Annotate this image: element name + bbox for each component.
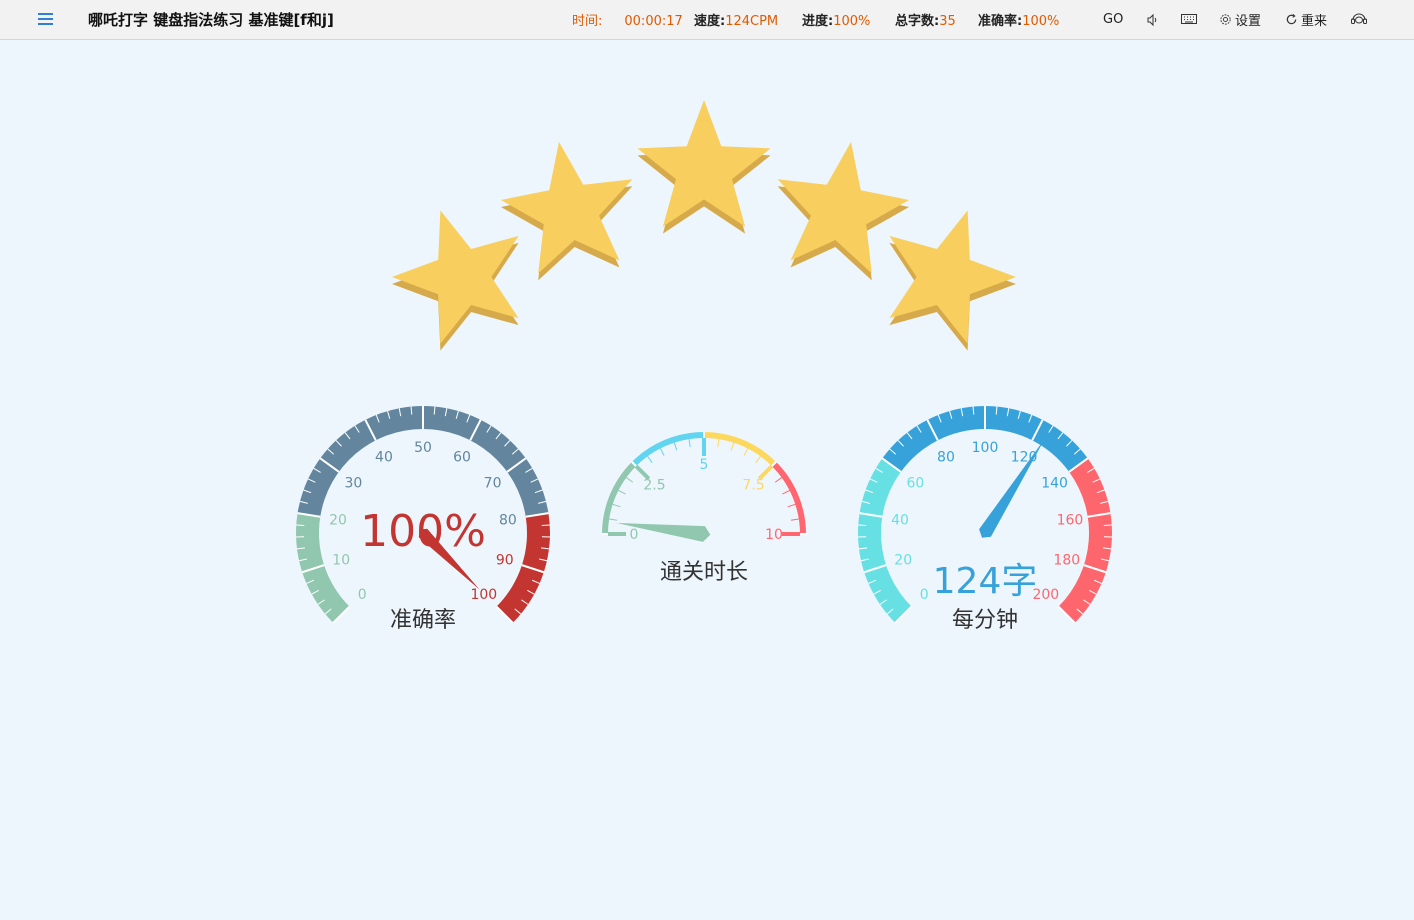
gauge-tick-label: 80 bbox=[499, 513, 517, 529]
gauge-tick bbox=[730, 442, 735, 451]
gauge-tick bbox=[673, 442, 678, 451]
gauge-tick-label: 7.5 bbox=[742, 478, 764, 494]
star-icon bbox=[889, 210, 1016, 351]
gauge-tick-label: 5 bbox=[700, 457, 709, 473]
star-icon bbox=[500, 141, 633, 281]
gauge-tick-label: 50 bbox=[414, 440, 432, 456]
gauge-tick bbox=[790, 518, 799, 521]
gauge-tick bbox=[296, 524, 305, 527]
gauge-tick-label: 0 bbox=[920, 587, 929, 603]
gauge-tick-label: 90 bbox=[496, 553, 514, 569]
gauge-tick bbox=[612, 503, 621, 508]
gauge-tick-label: 10 bbox=[332, 553, 350, 569]
gauge-tick-label: 20 bbox=[894, 553, 912, 569]
gauge-tick-label: 70 bbox=[484, 475, 502, 491]
gauge-band bbox=[771, 461, 806, 534]
gauge-tick bbox=[782, 489, 790, 495]
gauge-tick-label: 0 bbox=[358, 587, 367, 603]
gauge-tick-label: 180 bbox=[1053, 553, 1080, 569]
gauge-band bbox=[858, 458, 912, 623]
gauge-tick bbox=[659, 448, 665, 456]
duration-gauge: 0 2.5 5 7.5 10 通关时长 bbox=[602, 432, 806, 585]
gauge-tick-label: 20 bbox=[329, 513, 347, 529]
gauge-tick bbox=[757, 464, 774, 481]
gauge-tick bbox=[647, 456, 653, 464]
gauge-tick-label: 80 bbox=[937, 449, 955, 465]
gauge-tick bbox=[787, 503, 796, 508]
gauge-tick bbox=[609, 518, 618, 521]
gauge-tick-label: 40 bbox=[375, 449, 393, 465]
gauge-tick bbox=[541, 524, 550, 527]
gauge-tick bbox=[774, 477, 782, 483]
gauge-tick bbox=[743, 448, 749, 456]
gauge-tick-label: 30 bbox=[345, 475, 363, 491]
gauge-tick bbox=[858, 524, 867, 527]
gauge-title: 通关时长 bbox=[660, 560, 748, 585]
gauge-tick-label: 140 bbox=[1041, 475, 1068, 491]
star-icon bbox=[637, 100, 771, 234]
star-icon bbox=[777, 141, 910, 281]
star-icon bbox=[392, 210, 519, 351]
gauge-tick-label: 100 bbox=[470, 587, 497, 603]
gauge-band bbox=[704, 432, 777, 467]
gauge-tick-label: 60 bbox=[907, 475, 925, 491]
gauge-tick-label: 0 bbox=[630, 527, 639, 543]
gauge-value: 124字 bbox=[933, 561, 1038, 602]
gauge-tick-label: 10 bbox=[765, 527, 783, 543]
gauge-tick bbox=[717, 439, 720, 448]
accuracy-gauge: 0 10 20 30 40 50 60 70 80 90 100 100% 准确率 bbox=[296, 405, 550, 633]
gauge-band bbox=[631, 432, 704, 467]
gauge-tick-label: 160 bbox=[1057, 513, 1084, 529]
gauge-value: 100% bbox=[360, 506, 486, 557]
gauge-tick bbox=[755, 456, 761, 464]
speed-gauge: 020406080100120140160180200124字每分钟 bbox=[858, 406, 1112, 633]
gauge-tick-label: 100 bbox=[972, 440, 999, 456]
star-rating bbox=[392, 100, 1016, 351]
gauge-title: 准确率 bbox=[390, 608, 456, 633]
gauge-tick-label: 60 bbox=[453, 449, 471, 465]
gauge-tick bbox=[626, 477, 634, 483]
gauge-tick bbox=[688, 439, 691, 448]
gauge-tick-label: 40 bbox=[891, 513, 909, 529]
gauge-title: 每分钟 bbox=[952, 608, 1018, 633]
gauge-tick-label: 2.5 bbox=[643, 478, 665, 494]
gauge-tick bbox=[618, 489, 626, 495]
gauge-tick bbox=[1103, 524, 1112, 527]
